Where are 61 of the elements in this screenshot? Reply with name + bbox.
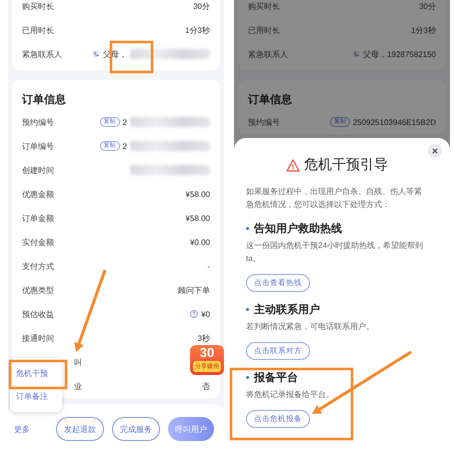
row-label: 已用时长 <box>22 24 54 36</box>
row-value: 2 <box>122 118 127 126</box>
row-label: 优惠类型 <box>22 284 54 296</box>
row-label: 订单编号 <box>22 140 54 152</box>
row-value: 30分 <box>419 0 436 12</box>
row-label: 购买时长 <box>248 0 280 12</box>
row-label: 预估收益 <box>22 308 54 320</box>
row-value: 1分3秒 <box>411 24 436 36</box>
row-value: 30分 <box>193 0 210 12</box>
row-label: 创建时间 <box>22 164 54 176</box>
help-icon[interactable] <box>190 310 198 318</box>
dialog-title: 危机干预引导 <box>304 156 388 174</box>
highlight-box <box>110 40 154 74</box>
menu-item[interactable]: 危机干预 <box>10 362 62 385</box>
section-heading: 告知用户救助热线 <box>254 222 342 236</box>
row-label: 预约编号 <box>22 116 54 128</box>
action-button[interactable]: 完成服务 <box>112 417 160 441</box>
row-label: 已用时长 <box>248 24 280 36</box>
row-value: ¥0.00 <box>190 238 210 246</box>
section-heading: 主动联系用户 <box>254 302 320 317</box>
row-value: ¥58.00 <box>186 190 210 198</box>
row-label: 紧急联系人 <box>248 48 288 60</box>
row-label: 接通时间 <box>22 332 54 344</box>
row-label: 预约编号 <box>248 116 280 128</box>
row-label: 支付方式 <box>22 260 54 272</box>
row-label: 业 <box>73 380 82 392</box>
row-label: 叫 <box>73 356 82 368</box>
warning-icon <box>286 158 300 172</box>
bullet-icon <box>246 227 249 230</box>
row-value: 2 <box>122 142 127 150</box>
row-value: 否 <box>202 380 210 392</box>
section-description: 这一份国内危机干预24小时援助热线，希望能帮到ta。 <box>246 240 424 265</box>
row-value: ¥58.00 <box>186 214 210 222</box>
row-label: 优惠金额 <box>22 188 54 200</box>
bullet-icon <box>246 376 249 379</box>
section-description: 若判断情况紧急，可电话联系用户。 <box>246 321 375 333</box>
section-heading: 报备平台 <box>254 370 298 385</box>
row-label: 实付金额 <box>22 236 54 248</box>
more-link[interactable]: 更多 <box>14 424 30 434</box>
row-label: 订单金额 <box>22 212 54 224</box>
highlight-box <box>8 360 68 390</box>
action-button[interactable]: 呼叫用户 <box>168 417 214 441</box>
phone-icon <box>92 50 100 58</box>
dialog-intro: 如果服务过程中，出现用户自杀、自残、伤人等紧急危机情况，您可以选择以下处理方式： <box>246 186 423 211</box>
section-description: 将危机记录报备给平台。 <box>246 389 335 401</box>
close-icon[interactable] <box>428 144 442 158</box>
bullet-icon <box>246 308 249 311</box>
card-title: 订单信息 <box>248 92 293 108</box>
contact-value[interactable]: 父母，19287582150 <box>363 48 436 60</box>
action-button[interactable]: 发起退款 <box>56 417 104 441</box>
card-title: 订单信息 <box>22 92 67 108</box>
row-label: 紧急联系人 <box>22 48 62 60</box>
row-value: 1分3秒 <box>185 24 210 36</box>
row-value: 250925103946E15B2D <box>352 118 436 126</box>
row-value: 3秒 <box>198 332 210 344</box>
row-label: 购买时长 <box>22 0 54 12</box>
menu-item[interactable]: 订单备注 <box>10 385 62 408</box>
row-value: - <box>207 262 210 270</box>
row-value: 顾问下单 <box>178 284 210 296</box>
phone-icon <box>352 50 360 58</box>
row-value: ¥0 <box>201 310 210 318</box>
